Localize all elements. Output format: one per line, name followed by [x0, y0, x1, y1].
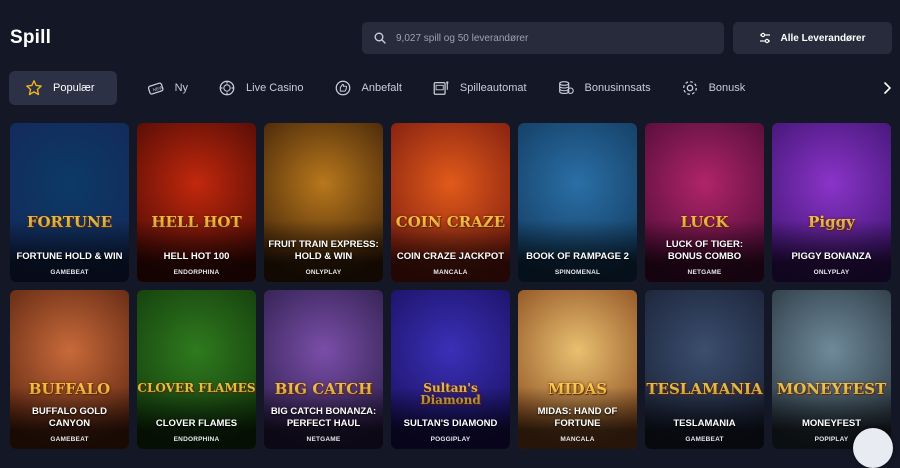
game-provider: ONLYPLAY — [813, 269, 850, 276]
game-card[interactable]: FRUIT TRAIN EXPRESS: HOLD & WIN ONLYPLAY — [264, 123, 383, 282]
game-provider: GAMEBEAT — [50, 269, 89, 276]
game-card[interactable]: COIN CRAZECOIN CRAZE JACKPOTMANCALA — [391, 123, 510, 282]
game-title: BIG CATCH BONANZA: PERFECT HAUL — [270, 406, 377, 429]
gear-icon — [682, 81, 697, 95]
slot-machine-icon — [433, 81, 449, 95]
game-provider: ENDORPHINA — [173, 269, 220, 276]
game-provider: ENDORPHINA — [173, 436, 220, 443]
new-ticket-icon: NEW — [147, 82, 164, 95]
search-bar[interactable] — [362, 22, 724, 54]
tab-bonus-more[interactable]: Bonusk — [681, 71, 762, 105]
game-title: SULTAN'S DIAMOND — [403, 418, 498, 429]
game-provider: GAMEBEAT — [685, 436, 724, 443]
game-title: BUFFALO GOLD CANYON — [32, 406, 107, 429]
game-title: TESLAMANIA — [673, 418, 736, 429]
coin-stack-icon — [558, 81, 574, 94]
search-input[interactable] — [394, 31, 698, 45]
all-providers-button[interactable]: Alle Leverandører — [733, 22, 892, 54]
game-card[interactable]: Sultan's DiamondSULTAN'S DIAMONDPOGGIPLA… — [391, 290, 510, 449]
thumbs-up-icon — [335, 80, 350, 96]
tab-label: Populær — [53, 82, 95, 94]
game-title: CLOVER FLAMES — [155, 418, 238, 429]
filter-sliders-icon — [760, 32, 771, 44]
game-provider: MANCALA — [433, 269, 468, 276]
tab-label: Live Casino — [246, 82, 304, 94]
category-tabs: Populær NEW Ny Live Casino Anbefalt Spil… — [9, 71, 889, 105]
game-card[interactable]: BIG CATCHBIG CATCH BONANZA: PERFECT HAUL… — [264, 290, 383, 449]
star-icon — [26, 80, 42, 96]
tab-bonus-bet[interactable]: Bonusinnsats — [557, 71, 667, 105]
game-provider: MANCALA — [560, 436, 595, 443]
tab-label: Ny — [174, 82, 189, 94]
game-title: FRUIT TRAIN EXPRESS: HOLD & WIN — [268, 239, 379, 262]
game-card[interactable]: BOOK OF RAMPAGE 2 SPINOMENAL — [518, 123, 637, 282]
chat-widget-button[interactable] — [853, 428, 893, 468]
game-provider: ONLYPLAY — [305, 269, 342, 276]
game-title: FORTUNE HOLD & WIN — [16, 251, 123, 262]
tab-slots[interactable]: Spilleautomat — [432, 71, 543, 105]
tab-popular[interactable]: Populær — [9, 71, 117, 105]
game-provider: SPINOMENAL — [554, 269, 601, 276]
game-provider: NETGAME — [306, 436, 341, 443]
game-card[interactable]: TESLAMANIATESLAMANIAGAMEBEAT — [645, 290, 764, 449]
games-grid: FORTUNEFORTUNE HOLD & WINGAMEBEATHELL HO… — [10, 123, 891, 449]
game-provider: NETGAME — [687, 269, 722, 276]
tab-label: Bonusinnsats — [584, 82, 651, 94]
game-card[interactable]: BUFFALOBUFFALO GOLD CANYONGAMEBEAT — [10, 290, 129, 449]
game-title: MIDAS: HAND OF FORTUNE — [537, 406, 618, 429]
tab-live-casino[interactable]: Live Casino — [218, 71, 319, 105]
categories-next-button[interactable] — [858, 71, 892, 105]
tab-new[interactable]: NEW Ny — [147, 71, 204, 105]
game-title: BOOK OF RAMPAGE 2 — [526, 251, 629, 262]
game-card[interactable]: PiggyPIGGY BONANZAONLYPLAY — [772, 123, 891, 282]
game-provider: GAMEBEAT — [50, 436, 89, 443]
page-title: Spill — [10, 27, 52, 48]
game-card[interactable]: LUCKLUCK OF TIGER: BONUS COMBONETGAME — [645, 123, 764, 282]
tab-label: Anbefalt — [361, 82, 402, 94]
game-provider: POGGIPLAY — [430, 436, 471, 443]
tab-recommended[interactable]: Anbefalt — [334, 71, 418, 105]
search-icon — [374, 32, 386, 44]
tab-label: Spilleautomat — [459, 82, 527, 94]
game-card[interactable]: MIDASMIDAS: HAND OF FORTUNEMANCALA — [518, 290, 637, 449]
game-card[interactable]: FORTUNEFORTUNE HOLD & WINGAMEBEAT — [10, 123, 129, 282]
game-title: HELL HOT 100 — [163, 251, 230, 262]
casino-chip-icon — [219, 80, 235, 96]
game-card[interactable]: MONEYFESTMONEYFESTPOPIPLAY — [772, 290, 891, 449]
game-card[interactable]: CLOVER FLAMESCLOVER FLAMESENDORPHINA — [137, 290, 256, 449]
chevron-right-icon — [884, 82, 891, 94]
game-title: LUCK OF TIGER: BONUS COMBO — [665, 239, 744, 262]
all-providers-label: Alle Leverandører — [780, 32, 866, 44]
game-card[interactable]: HELL HOTHELL HOT 100ENDORPHINA — [137, 123, 256, 282]
tab-label: Bonusk — [708, 82, 746, 94]
game-title: COIN CRAZE JACKPOT — [396, 251, 505, 262]
game-title: PIGGY BONANZA — [791, 251, 872, 262]
